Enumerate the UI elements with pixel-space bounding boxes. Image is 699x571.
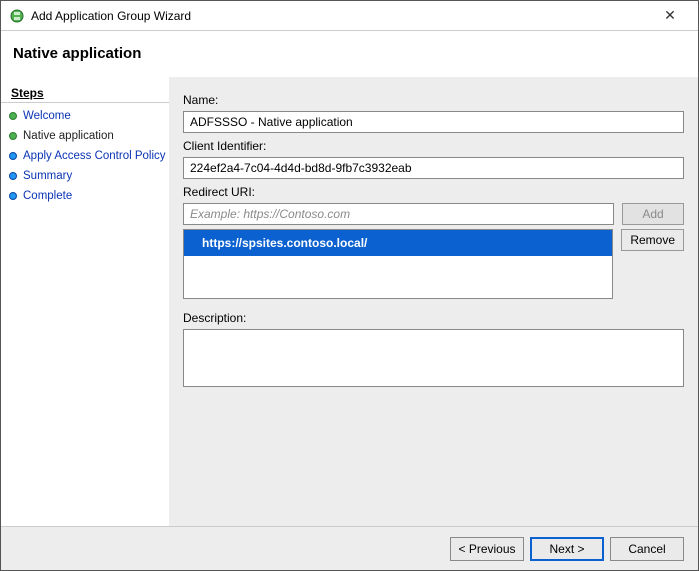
close-button[interactable]: ✕	[650, 2, 690, 30]
previous-button[interactable]: < Previous	[450, 537, 524, 561]
wizard-footer: < Previous Next > Cancel	[1, 526, 698, 570]
step-apply-access-control-policy[interactable]: Apply Access Control Policy	[1, 146, 169, 166]
description-label: Description:	[183, 311, 684, 325]
step-label: Apply Access Control Policy	[23, 150, 166, 162]
cancel-button[interactable]: Cancel	[610, 537, 684, 561]
bullet-icon	[9, 132, 17, 140]
step-complete[interactable]: Complete	[1, 186, 169, 206]
form-panel: Name: Client Identifier: Redirect URI: A…	[169, 77, 698, 526]
client-id-input[interactable]	[183, 157, 684, 179]
window-title: Add Application Group Wizard	[31, 9, 650, 23]
bullet-icon	[9, 192, 17, 200]
step-label: Native application	[23, 130, 114, 142]
step-welcome[interactable]: Welcome	[1, 106, 169, 126]
step-label: Complete	[23, 190, 72, 202]
add-button[interactable]: Add	[622, 203, 684, 225]
titlebar: Add Application Group Wizard ✕	[1, 1, 698, 31]
name-label: Name:	[183, 93, 684, 107]
steps-sidebar: Steps Welcome Native application Apply A…	[1, 77, 169, 526]
client-id-label: Client Identifier:	[183, 139, 684, 153]
redirect-uri-list[interactable]: https://spsites.contoso.local/	[183, 229, 613, 299]
bullet-icon	[9, 152, 17, 160]
step-summary[interactable]: Summary	[1, 166, 169, 186]
steps-header: Steps	[1, 83, 169, 103]
step-label: Welcome	[23, 110, 71, 122]
name-input[interactable]	[183, 111, 684, 133]
page-heading: Native application	[1, 31, 698, 77]
bullet-icon	[9, 112, 17, 120]
bullet-icon	[9, 172, 17, 180]
list-item[interactable]: https://spsites.contoso.local/	[184, 230, 612, 256]
close-icon: ✕	[664, 7, 676, 24]
app-icon	[9, 8, 25, 24]
remove-button[interactable]: Remove	[621, 229, 684, 251]
main-area: Steps Welcome Native application Apply A…	[1, 77, 698, 526]
redirect-uri-label: Redirect URI:	[183, 185, 684, 199]
step-label: Summary	[23, 170, 72, 182]
step-native-application[interactable]: Native application	[1, 126, 169, 146]
next-button[interactable]: Next >	[530, 537, 604, 561]
redirect-uri-input[interactable]	[183, 203, 614, 225]
description-input[interactable]	[183, 329, 684, 387]
